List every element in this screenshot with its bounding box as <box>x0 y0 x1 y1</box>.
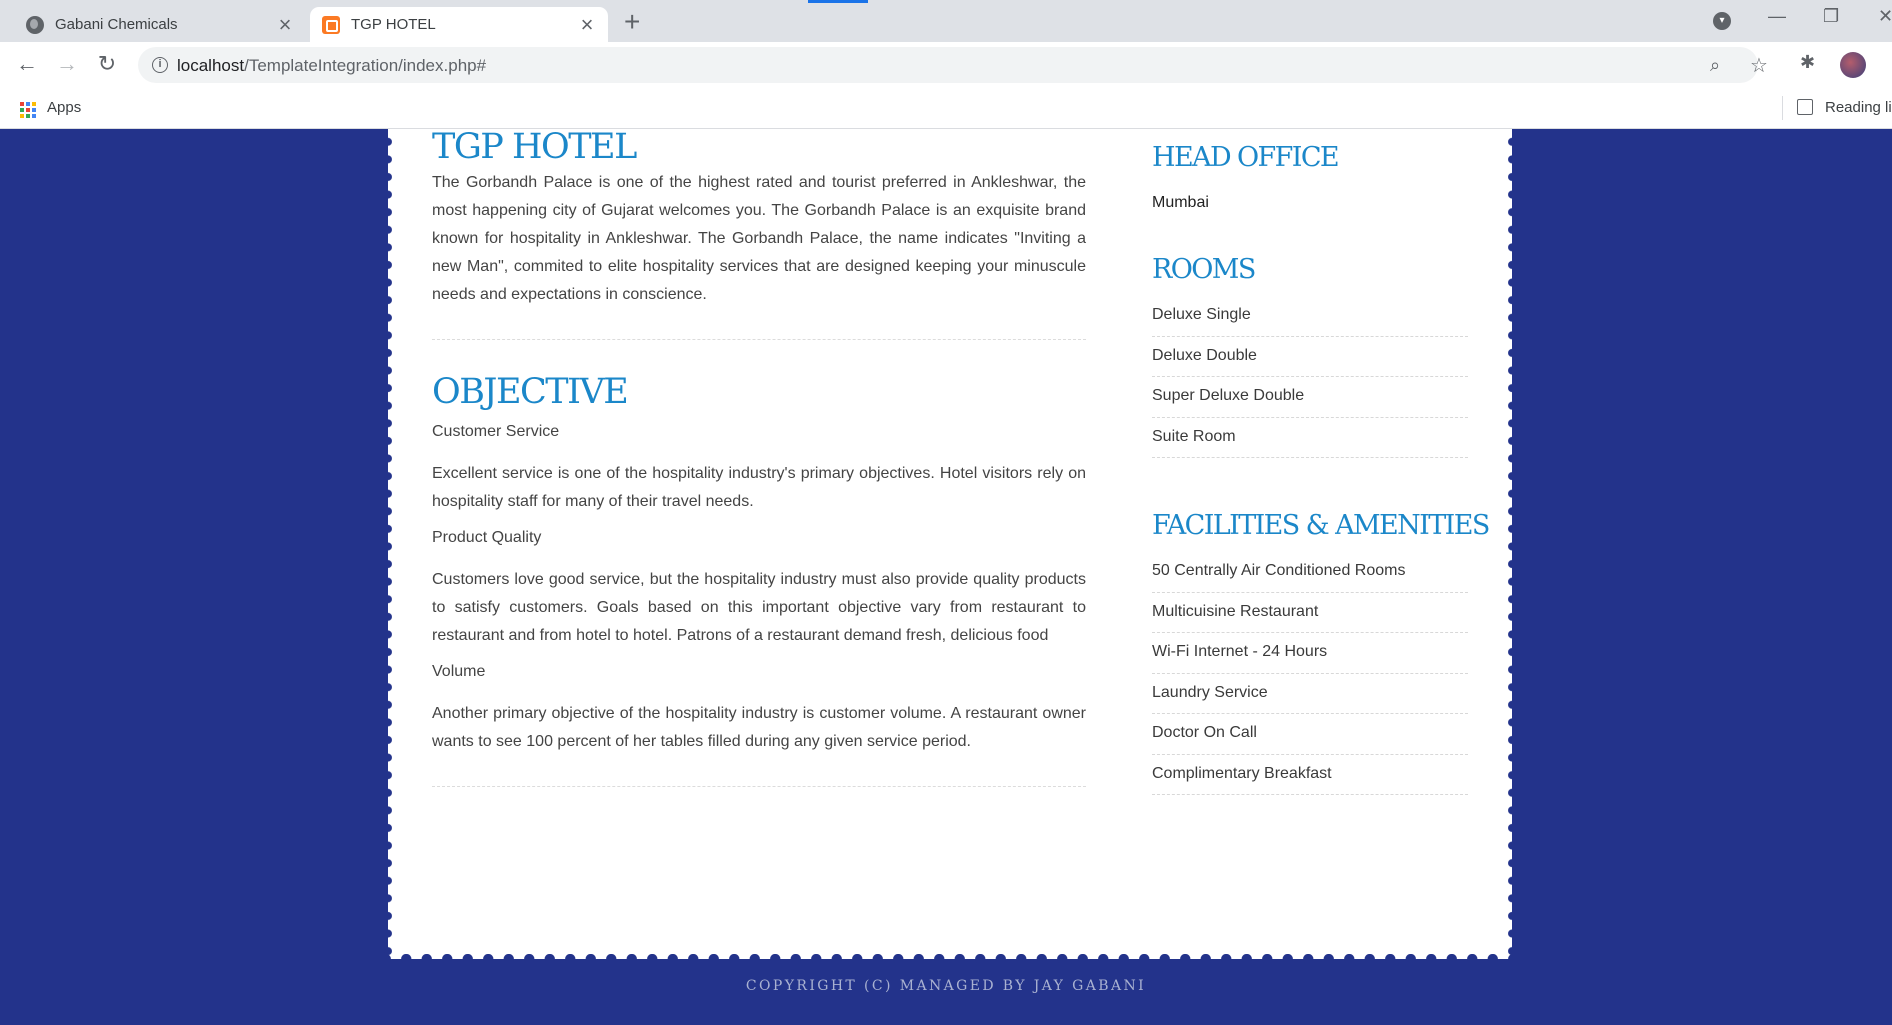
room-item[interactable]: Suite Room <box>1152 418 1468 458</box>
objective-text-product-quality: Customers love good service, but the hos… <box>432 571 1086 644</box>
new-tab-icon[interactable]: + <box>624 8 640 36</box>
facilities-list: 50 Centrally Air Conditioned Rooms Multi… <box>1152 552 1468 795</box>
zoom-icon[interactable]: ⌕ <box>1710 55 1720 76</box>
facility-item[interactable]: Complimentary Breakfast <box>1152 755 1468 795</box>
reading-list-link[interactable]: Reading list <box>1825 99 1892 116</box>
forward-icon[interactable]: → <box>53 50 81 78</box>
close-tab-icon[interactable]: × <box>272 13 298 35</box>
stamp-edge-right <box>1508 129 1516 955</box>
objective-text-customer-service: Excellent service is one of the hospital… <box>432 465 1086 510</box>
tab-search-icon[interactable]: ▾ <box>1713 12 1731 30</box>
head-office-city: Mumbai <box>1152 194 1209 211</box>
xampp-icon <box>322 15 340 34</box>
objective-heading-volume: Volume <box>432 663 486 680</box>
minimize-icon[interactable]: — <box>1768 6 1786 27</box>
facilities-title: FACILITIES & AMENITIES <box>1152 510 1490 541</box>
objective-title: OBJECTIVE <box>432 372 629 412</box>
facility-item[interactable]: Multicuisine Restaurant <box>1152 593 1468 633</box>
tab-tgp-hotel[interactable]: TGP HOTEL × <box>310 7 608 42</box>
facility-item[interactable]: Doctor On Call <box>1152 714 1468 755</box>
globe-icon <box>26 15 44 34</box>
facility-item[interactable]: 50 Centrally Air Conditioned Rooms <box>1152 552 1468 593</box>
bookmark-star-icon[interactable]: ☆ <box>1750 53 1768 78</box>
rooms-list: Deluxe Single Deluxe Double Super Deluxe… <box>1152 296 1468 458</box>
reading-list-icon[interactable] <box>1797 99 1813 115</box>
tab-strip: Gabani Chemicals × TGP HOTEL × + ▾ — ❐ ✕ <box>0 0 1892 42</box>
about-title: TGP HOTEL <box>432 127 637 167</box>
apps-link[interactable]: Apps <box>47 99 81 116</box>
close-window-icon[interactable]: ✕ <box>1878 6 1892 27</box>
footer-copyright: COPYRIGHT (C) MANAGED BY JAY GABANI <box>745 978 1147 994</box>
close-tab-icon[interactable]: × <box>574 13 600 35</box>
tab-gabani-chemicals[interactable]: Gabani Chemicals × <box>14 7 306 42</box>
main-column: TGP HOTEL The Gorbandh Palace is one of … <box>432 127 1086 787</box>
facility-item[interactable]: Laundry Service <box>1152 674 1468 714</box>
rooms-title: ROOMS <box>1152 254 1256 285</box>
restore-icon[interactable]: ❐ <box>1823 6 1839 27</box>
facility-item[interactable]: Wi-Fi Internet - 24 Hours <box>1152 633 1468 674</box>
room-item[interactable]: Deluxe Single <box>1152 296 1468 337</box>
apps-icon[interactable] <box>20 102 36 118</box>
bookmarks-bar: Apps Reading list <box>0 88 1892 129</box>
extensions-icon[interactable]: ✱ <box>1800 52 1815 73</box>
profile-avatar[interactable] <box>1840 52 1866 78</box>
browser-toolbar: ← → ↻ i localhost/TemplateIntegration/in… <box>0 42 1892 88</box>
objective-heading-customer-service: Customer Service <box>432 423 560 440</box>
url-text[interactable]: localhost/TemplateIntegration/index.php# <box>177 56 486 76</box>
address-bar[interactable]: i localhost/TemplateIntegration/index.ph… <box>138 47 1768 83</box>
content-card: TGP HOTEL The Gorbandh Palace is one of … <box>384 127 1516 964</box>
objective-text-volume: Another primary objective of the hospita… <box>432 705 1086 750</box>
back-icon[interactable]: ← <box>13 50 41 78</box>
objective-heading-product-quality: Product Quality <box>432 529 542 546</box>
about-text: The Gorbandh Palace is one of the highes… <box>432 174 1086 303</box>
tab-drag-indicator <box>808 0 868 3</box>
section-divider <box>432 339 1086 340</box>
stamp-edge-left <box>384 129 392 955</box>
tab-title: TGP HOTEL <box>351 16 436 33</box>
reload-icon[interactable]: ↻ <box>93 50 121 78</box>
room-item[interactable]: Deluxe Double <box>1152 337 1468 377</box>
bookmarks-divider <box>1782 96 1783 120</box>
stamp-edge-bottom <box>388 954 1512 964</box>
site-info-icon[interactable]: i <box>152 57 168 73</box>
room-item[interactable]: Super Deluxe Double <box>1152 377 1468 418</box>
tab-title: Gabani Chemicals <box>55 16 178 33</box>
sidebar: HEAD OFFICE Mumbai ROOMS Deluxe Single D… <box>1152 129 1490 795</box>
section-divider <box>432 786 1086 787</box>
head-office-title: HEAD OFFICE <box>1152 142 1340 173</box>
